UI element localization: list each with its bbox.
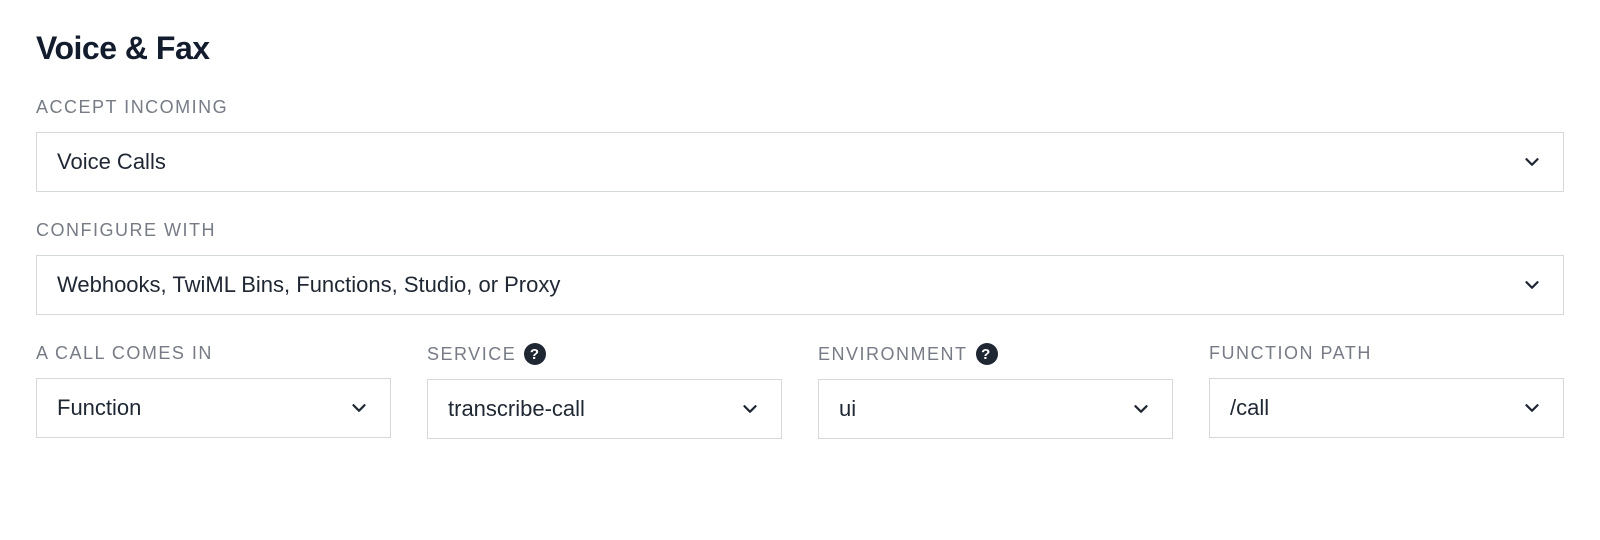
field-service: SERVICE ? transcribe-call [427,343,782,439]
select-function-path[interactable]: /call [1209,378,1564,438]
select-configure-with[interactable]: Webhooks, TwiML Bins, Functions, Studio,… [36,255,1564,315]
field-environment: ENVIRONMENT ? ui [818,343,1173,439]
select-function-path-value: /call [1230,395,1521,421]
field-configure-with: CONFIGURE WITH Webhooks, TwiML Bins, Fun… [36,220,1564,315]
chevron-down-icon [1521,397,1543,419]
chevron-down-icon [1521,274,1543,296]
select-service[interactable]: transcribe-call [427,379,782,439]
select-configure-with-value: Webhooks, TwiML Bins, Functions, Studio,… [57,272,1521,298]
field-a-call-comes-in: A CALL COMES IN Function [36,343,391,439]
label-environment-text: ENVIRONMENT [818,344,968,365]
section-title: Voice & Fax [36,30,1564,67]
label-service: SERVICE ? [427,343,782,365]
chevron-down-icon [1521,151,1543,173]
select-accept-incoming-value: Voice Calls [57,149,1521,175]
select-accept-incoming[interactable]: Voice Calls [36,132,1564,192]
select-environment-value: ui [839,396,1130,422]
field-row: A CALL COMES IN Function SERVICE ? trans… [36,343,1564,439]
label-configure-with: CONFIGURE WITH [36,220,1564,241]
select-a-call-comes-in-value: Function [57,395,348,421]
label-service-text: SERVICE [427,344,516,365]
label-function-path: FUNCTION PATH [1209,343,1564,364]
label-accept-incoming: ACCEPT INCOMING [36,97,1564,118]
field-function-path: FUNCTION PATH /call [1209,343,1564,439]
help-icon[interactable]: ? [976,343,998,365]
chevron-down-icon [1130,398,1152,420]
chevron-down-icon [739,398,761,420]
label-a-call-comes-in: A CALL COMES IN [36,343,391,364]
chevron-down-icon [348,397,370,419]
label-environment: ENVIRONMENT ? [818,343,1173,365]
select-a-call-comes-in[interactable]: Function [36,378,391,438]
select-environment[interactable]: ui [818,379,1173,439]
field-accept-incoming: ACCEPT INCOMING Voice Calls [36,97,1564,192]
help-icon[interactable]: ? [524,343,546,365]
select-service-value: transcribe-call [448,396,739,422]
